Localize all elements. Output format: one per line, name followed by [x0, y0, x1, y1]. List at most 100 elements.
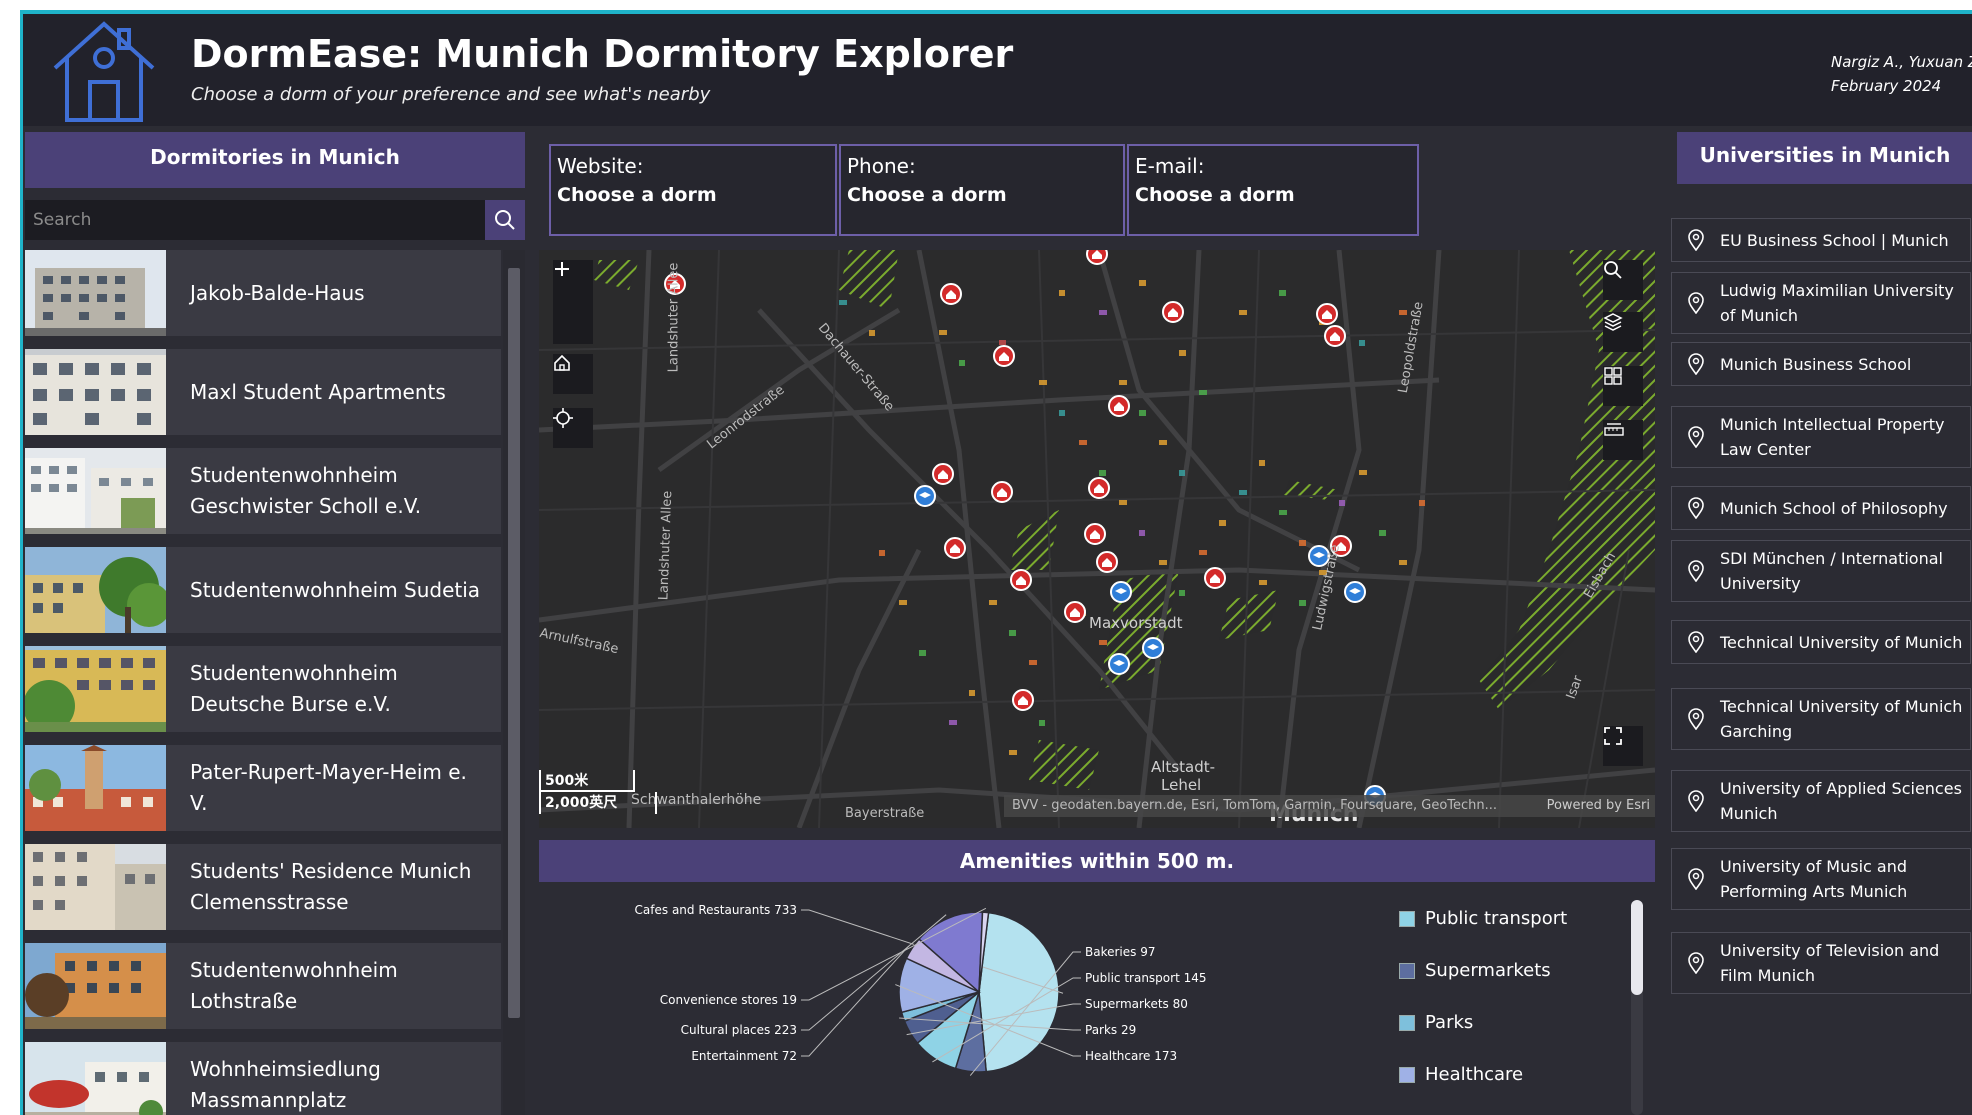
university-name: Technical University of Munich: [1720, 632, 1963, 652]
pin-icon: [1688, 229, 1704, 251]
zoom-out-icon: [555, 268, 569, 270]
search-icon: [495, 210, 515, 230]
legend-swatch: [1399, 962, 1415, 979]
university-name: University of Music and Performing Arts …: [1720, 857, 1908, 901]
university-list-item[interactable]: University of Music and Performing Arts …: [1671, 848, 1971, 910]
email-label: E-mail:: [1135, 154, 1205, 178]
fullscreen-button[interactable]: [1603, 726, 1643, 766]
legend-item-supermarkets[interactable]: Supermarkets: [1399, 960, 1551, 981]
dorm-list-scrollbar[interactable]: [503, 250, 525, 1115]
legend-label: Healthcare: [1425, 1064, 1524, 1085]
map-canvas[interactable]: [539, 250, 1655, 828]
pie-slice[interactable]: [978, 911, 1060, 1073]
amenities-pie-chart[interactable]: Cafes and Restaurants 733 Bakeries 97 Publ…: [539, 882, 1359, 1115]
dorm-photo: [25, 844, 166, 930]
dorm-list-scroll-thumb[interactable]: [508, 268, 520, 1018]
dorm-photo: [25, 1042, 166, 1115]
university-list-item[interactable]: EU Business School | Munich: [1671, 218, 1971, 262]
pie-data-label: Parks 29: [1085, 1023, 1136, 1037]
attribution-text: BVV - geodaten.bayern.de, Esri, TomTom, …: [1012, 798, 1498, 813]
dorm-list-item[interactable]: Jakob-Balde-Haus: [25, 250, 501, 336]
website-value[interactable]: Choose a dorm: [557, 184, 829, 206]
map-view[interactable]: Maxvorstadt Altstadt- Lehel Munich Schwa…: [539, 250, 1655, 828]
legend-label: Public transport: [1425, 908, 1568, 929]
home-logo-icon: [53, 21, 155, 122]
legend-swatch: [1399, 1066, 1415, 1083]
university-list-item[interactable]: Munich School of Philosophy: [1671, 486, 1971, 530]
dorm-list-item[interactable]: Maxl Student Apartments: [25, 349, 501, 435]
email-value[interactable]: Choose a dorm: [1135, 184, 1411, 206]
pie-data-label: Healthcare 173: [1085, 1049, 1177, 1063]
legend-scroll-thumb[interactable]: [1631, 900, 1643, 995]
dorm-name: Studentenwohnheim Lothstraße: [190, 958, 398, 1013]
university-name: Ludwig Maximilian University of Munich: [1720, 281, 1954, 325]
legend-swatch: [1399, 910, 1415, 927]
dorm-list-item[interactable]: Pater-Rupert-Mayer-Heim e. V.: [25, 745, 501, 831]
dorm-search-input[interactable]: Search: [25, 200, 485, 240]
legend-item-healthcare[interactable]: Healthcare: [1399, 1064, 1523, 1085]
phone-value: Choose a dorm: [847, 184, 1007, 206]
locate-button[interactable]: [553, 408, 593, 448]
dorm-list-item[interactable]: Studentenwohnheim Deutsche Burse e.V.: [25, 646, 501, 732]
university-list-item[interactable]: SDI München / International University: [1671, 540, 1971, 602]
pie-data-label: Cafes and Restaurants 733: [635, 903, 797, 917]
dorm-list-item[interactable]: Studentenwohnheim Geschwister Scholl e.V…: [25, 448, 501, 534]
email-box: E-mail: Choose a dorm: [1127, 144, 1419, 236]
university-name: Munich Intellectual Property Law Center: [1720, 415, 1945, 459]
pie-leader-line: [801, 945, 910, 1057]
dorm-list: Jakob-Balde-Haus Maxl Student Apartments…: [25, 250, 501, 1115]
dorm-name: Wohnheimsiedlung Massmannplatz: [190, 1057, 381, 1112]
pin-icon: [1688, 292, 1704, 314]
authors-date: February 2024: [1831, 77, 1942, 95]
university-list-item[interactable]: Munich Intellectual Property Law Center: [1671, 406, 1971, 468]
map-attribution[interactable]: BVV - geodaten.bayern.de, Esri, TomTom, …: [1004, 795, 1655, 817]
university-list-item[interactable]: Technical University of Munich Garching: [1671, 688, 1971, 750]
dorm-list-item[interactable]: Studentenwohnheim Sudetia: [25, 547, 501, 633]
dorm-list-item[interactable]: Students' Residence Munich Clemensstrass…: [25, 844, 501, 930]
phone-label: Phone:: [847, 154, 916, 178]
pin-icon: [1688, 868, 1704, 890]
university-name: Technical University of Munich Garching: [1720, 697, 1963, 741]
legend-scrollbar[interactable]: [1631, 900, 1643, 1115]
authors-info: Nargiz A., Yuxuan Zh February 2024: [1831, 50, 1972, 98]
map-search-button[interactable]: [1603, 260, 1643, 300]
fullscreen-icon: [1604, 727, 1622, 745]
pie-data-label: Bakeries 97: [1085, 945, 1155, 959]
university-list-item[interactable]: Ludwig Maximilian University of Munich: [1671, 272, 1971, 334]
legend-item-parks[interactable]: Parks: [1399, 1012, 1473, 1033]
powered-by-esri[interactable]: Powered by Esri: [1547, 795, 1650, 817]
dorm-photo: [25, 349, 166, 435]
dorm-name: Studentenwohnheim Sudetia: [190, 577, 481, 602]
dorm-list-item[interactable]: Studentenwohnheim Lothstraße: [25, 943, 501, 1029]
map-label-bayerstrasse: Bayerstraße: [845, 806, 925, 821]
university-name: Munich School of Philosophy: [1720, 498, 1948, 518]
university-list-item[interactable]: Technical University of Munich: [1671, 620, 1971, 664]
university-list-item[interactable]: University of Applied Sciences Munich: [1671, 770, 1971, 832]
pin-icon: [1688, 708, 1704, 730]
measure-button[interactable]: [1603, 420, 1643, 460]
university-list-item[interactable]: Munich Business School: [1671, 342, 1971, 386]
pie-data-label: Public transport 145: [1085, 971, 1207, 985]
dorm-name: Studentenwohnheim Geschwister Scholl e.V…: [190, 463, 422, 518]
university-name: Munich Business School: [1720, 354, 1912, 374]
pin-icon: [1688, 426, 1704, 448]
pin-icon: [1688, 497, 1704, 519]
dorm-search-button[interactable]: [485, 200, 525, 240]
pie-data-label: Convenience stores 19: [660, 993, 797, 1007]
university-list-item[interactable]: University of Television and Film Munich: [1671, 932, 1971, 994]
basemap-gallery-button[interactable]: [1603, 366, 1643, 406]
dorm-name: Students' Residence Munich Clemensstrass…: [190, 859, 472, 914]
locate-icon: [553, 408, 573, 428]
basemap-gallery-icon: [1604, 367, 1622, 385]
website-label: Website:: [557, 154, 644, 178]
layers-button[interactable]: [1603, 312, 1643, 352]
pie-data-label: Supermarkets 80: [1085, 997, 1188, 1011]
dorm-list-item[interactable]: Wohnheimsiedlung Massmannplatz: [25, 1042, 501, 1115]
map-label-lehel: Lehel: [1161, 776, 1202, 794]
legend-item-public-transport[interactable]: Public transport: [1399, 908, 1567, 929]
legend-swatch: [1399, 1014, 1415, 1031]
legend-label: Supermarkets: [1425, 960, 1551, 981]
app-window: DormEase: Munich Dormitory Explorer Choo…: [20, 10, 1972, 1115]
pin-icon: [1688, 353, 1704, 375]
home-button[interactable]: [553, 354, 593, 394]
